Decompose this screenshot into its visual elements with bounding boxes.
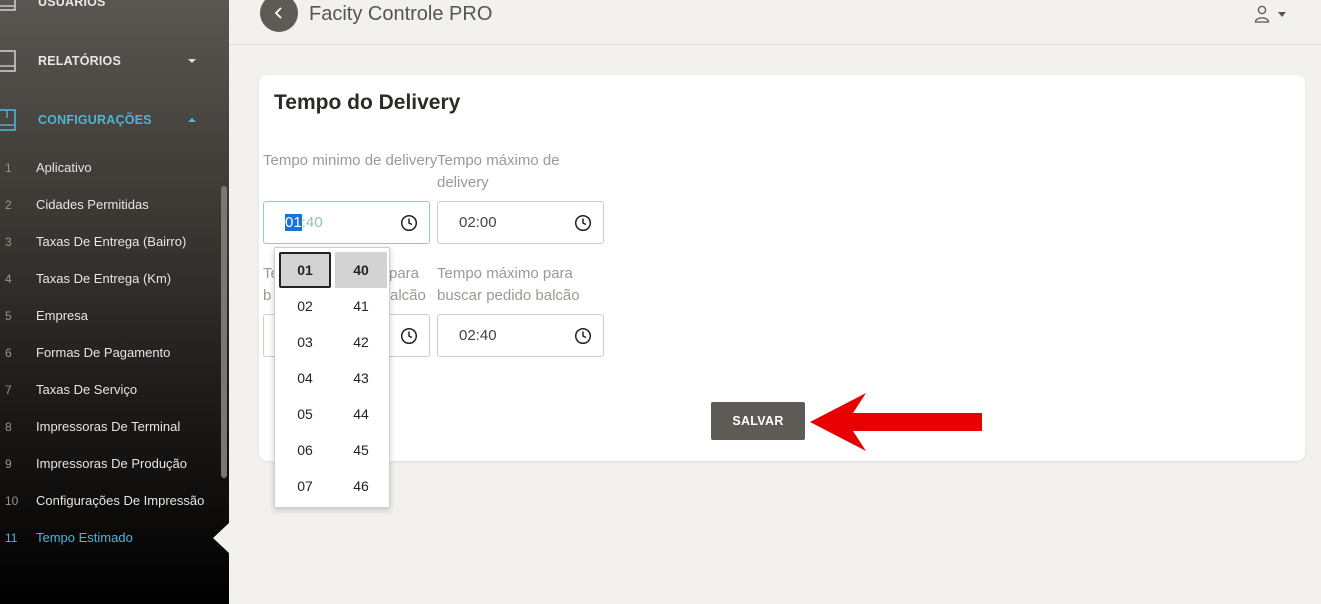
- sidebar-section-label: RELATÓRIOS: [38, 54, 122, 68]
- sidebar-item-label: Cidades Permitidas: [36, 197, 149, 212]
- top-header: Facity Controle PRO: [229, 0, 1321, 45]
- sidebar-section-label: CONFIGURAÇÕES: [38, 113, 152, 127]
- sidebar-item-label: Empresa: [36, 308, 89, 323]
- max-balcao-label: Tempo máximo para buscar pedido balcão: [437, 265, 580, 304]
- sidebar-item-number: 11: [5, 530, 18, 545]
- hour-column[interactable]: 01 02 03 04 05 06 07: [279, 252, 331, 504]
- minute-option[interactable]: 44: [335, 396, 387, 432]
- user-menu[interactable]: [1254, 5, 1286, 23]
- sidebar-item-label: Configurações De Impressão: [36, 493, 205, 508]
- sidebar: USUÁRIOS RELATÓRIOS CONFIGURAÇÕES 1 Apli…: [0, 0, 229, 604]
- sidebar-item-label: Taxas De Serviço: [36, 382, 138, 397]
- sidebar-item-label: Impressoras De Produção: [36, 456, 188, 471]
- minute-option[interactable]: 43: [335, 360, 387, 396]
- sidebar-item-number: 7: [5, 382, 12, 397]
- sidebar-item-taxas-bairro[interactable]: 3 Taxas De Entrega (Bairro): [0, 223, 222, 260]
- book-icon: [0, 50, 16, 72]
- users-icon: [0, 0, 16, 11]
- hour-option[interactable]: 04: [279, 360, 331, 396]
- max-balcao-input[interactable]: 02:40: [437, 314, 604, 357]
- min-balcao-label-line2-end: alcão: [390, 287, 426, 304]
- card-title: Tempo do Delivery: [274, 91, 461, 114]
- sidebar-item-number: 1: [5, 160, 12, 175]
- hour-option[interactable]: 01: [279, 252, 331, 288]
- min-delivery-label: Tempo minimo de delivery: [263, 152, 438, 169]
- caret-down-icon: [1278, 11, 1286, 17]
- sidebar-item-number: 6: [5, 345, 12, 360]
- sidebar-item-tempo-estimado[interactable]: 11 Tempo Estimado: [0, 519, 222, 556]
- sidebar-section-label: USUÁRIOS: [38, 0, 106, 9]
- book-icon: [0, 109, 16, 131]
- clock-icon[interactable]: [400, 214, 418, 232]
- sidebar-section-configuracoes[interactable]: CONFIGURAÇÕES: [0, 100, 229, 140]
- min-delivery-input[interactable]: 01:40: [263, 201, 430, 244]
- sidebar-section-relatorios[interactable]: RELATÓRIOS: [0, 41, 229, 81]
- app-title: Facity Controle PRO: [309, 3, 493, 25]
- delivery-time-card: Tempo do Delivery Tempo minimo de delive…: [259, 75, 1305, 461]
- clock-icon[interactable]: [574, 327, 592, 345]
- sidebar-item-cidades-permitidas[interactable]: 2 Cidades Permitidas: [0, 186, 222, 223]
- active-item-indicator: [213, 523, 229, 553]
- sidebar-item-number: 10: [5, 493, 19, 508]
- sidebar-scrollbar[interactable]: [221, 186, 227, 478]
- min-balcao-label-line1-end: para: [389, 265, 420, 282]
- max-balcao-value: 02:40: [459, 327, 497, 344]
- sidebar-item-impressoras-terminal[interactable]: 8 Impressoras De Terminal: [0, 408, 222, 445]
- sidebar-item-configuracoes-impressao[interactable]: 10 Configurações De Impressão: [0, 482, 222, 519]
- clock-icon[interactable]: [400, 327, 418, 345]
- time-picker-dropdown: 01 02 03 04 05 06 07 40 41 42 43 44 45 4…: [274, 247, 390, 508]
- minute-option[interactable]: 40: [335, 252, 387, 288]
- minute-option[interactable]: 46: [335, 468, 387, 504]
- sidebar-item-taxas-servico[interactable]: 7 Taxas De Serviço: [0, 371, 222, 408]
- min-delivery-hours: 01: [285, 214, 302, 231]
- max-delivery-value: 02:00: [459, 214, 497, 231]
- max-delivery-label: Tempo máximo de delivery: [437, 152, 560, 191]
- sidebar-item-label: Formas De Pagamento: [36, 345, 171, 360]
- sidebar-item-aplicativo[interactable]: 1 Aplicativo: [0, 149, 222, 186]
- sidebar-item-taxas-km[interactable]: 4 Taxas De Entrega (Km): [0, 260, 222, 297]
- sidebar-item-number: 5: [5, 308, 12, 323]
- sidebar-item-formas-pagamento[interactable]: 6 Formas De Pagamento: [0, 334, 222, 371]
- chevron-down-icon: [188, 59, 196, 63]
- sidebar-item-label: Tempo Estimado: [36, 530, 133, 545]
- annotation-arrow: [810, 393, 982, 451]
- minute-column[interactable]: 40 41 42 43 44 45 46: [335, 252, 387, 504]
- save-button[interactable]: SALVAR: [711, 402, 805, 440]
- sidebar-item-number: 8: [5, 419, 12, 434]
- clock-icon[interactable]: [574, 214, 592, 232]
- sidebar-item-impressoras-producao[interactable]: 9 Impressoras De Produção: [0, 445, 222, 482]
- hour-option[interactable]: 05: [279, 396, 331, 432]
- minute-option[interactable]: 45: [335, 432, 387, 468]
- sidebar-item-empresa[interactable]: 5 Empresa: [0, 297, 222, 334]
- min-delivery-minutes: :40: [301, 214, 323, 231]
- minute-option[interactable]: 41: [335, 288, 387, 324]
- max-delivery-input[interactable]: 02:00: [437, 201, 604, 244]
- sidebar-item-number: 3: [5, 234, 12, 249]
- hour-option[interactable]: 06: [279, 432, 331, 468]
- back-button[interactable]: [260, 0, 298, 32]
- user-icon: [1254, 5, 1270, 23]
- minute-option[interactable]: 42: [335, 324, 387, 360]
- back-arrow-icon: [274, 7, 282, 19]
- sidebar-item-number: 4: [5, 271, 12, 286]
- hour-option[interactable]: 03: [279, 324, 331, 360]
- sidebar-item-number: 2: [5, 197, 12, 212]
- hour-option[interactable]: 07: [279, 468, 331, 504]
- sidebar-item-label: Aplicativo: [36, 160, 92, 175]
- sidebar-item-number: 9: [5, 456, 12, 471]
- min-delivery-value: 01:40: [285, 214, 323, 231]
- sidebar-item-label: Taxas De Entrega (Km): [36, 271, 172, 286]
- sidebar-item-label: Taxas De Entrega (Bairro): [36, 234, 187, 249]
- sidebar-section-usuarios[interactable]: USUÁRIOS: [0, 0, 229, 22]
- chevron-up-icon: [188, 118, 196, 122]
- sidebar-item-label: Impressoras De Terminal: [36, 419, 181, 434]
- hour-option[interactable]: 02: [279, 288, 331, 324]
